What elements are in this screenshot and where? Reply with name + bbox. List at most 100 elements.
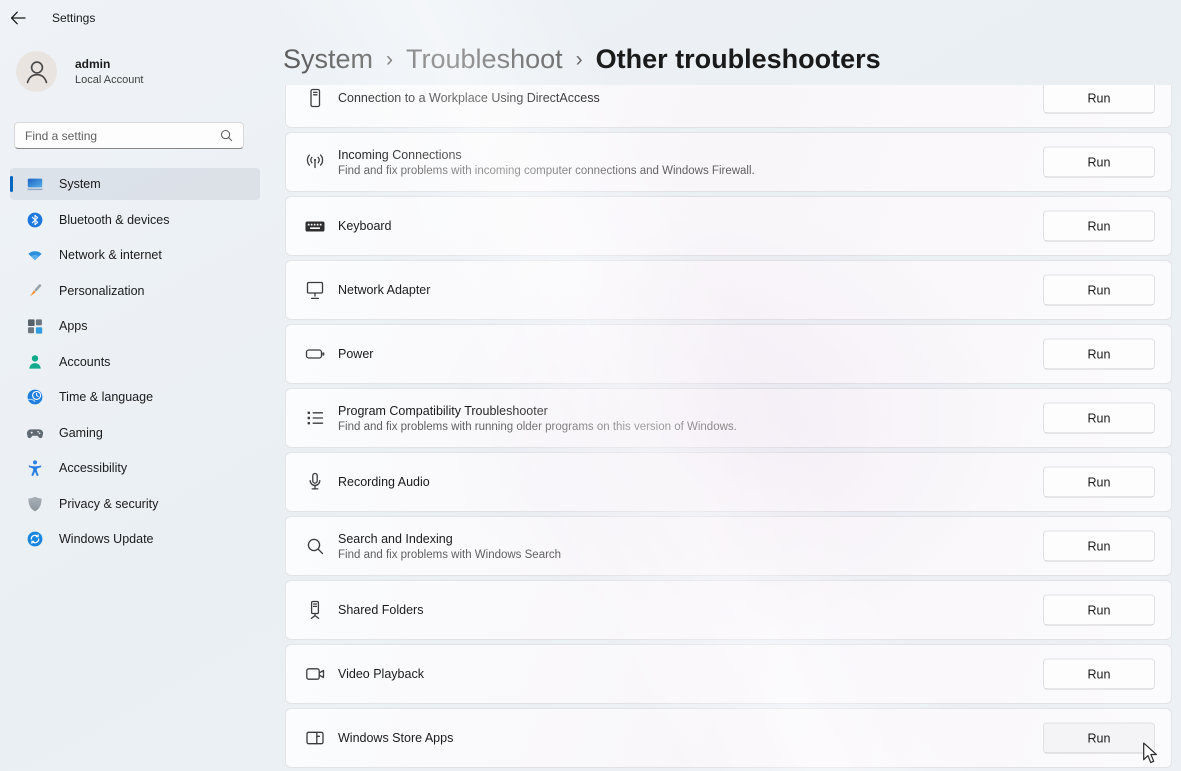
sidebar-item-label: Accessibility <box>59 461 127 475</box>
troubleshooter-description: Find and fix problems with Windows Searc… <box>338 549 561 561</box>
troubleshooter-description: Find and fix problems with running older… <box>338 421 737 433</box>
sidebar-item-privacy-security[interactable]: Privacy & security <box>10 488 260 520</box>
sidebar-item-label: Privacy & security <box>59 497 158 511</box>
directaccess-device-icon <box>303 86 327 110</box>
sidebar-item-label: System <box>59 177 101 191</box>
avatar <box>16 51 57 92</box>
row-recording-audio: Recording Audio Run <box>285 452 1172 512</box>
store-icon <box>303 726 327 750</box>
sidebar-item-accounts[interactable]: Accounts <box>10 346 260 378</box>
sidebar-item-system[interactable]: System <box>10 168 260 200</box>
battery-icon <box>303 342 327 366</box>
person-icon <box>17 52 57 92</box>
row-windows-store-apps: Windows Store Apps Run <box>285 708 1172 768</box>
shared-computer-icon <box>303 598 327 622</box>
network-adapter-icon <box>303 278 327 302</box>
sidebar-item-windows-update[interactable]: Windows Update <box>10 523 260 555</box>
search-box[interactable] <box>14 122 244 149</box>
chevron-right-icon: › <box>576 48 583 72</box>
breadcrumb-system[interactable]: System <box>283 44 373 75</box>
sidebar-item-label: Gaming <box>59 426 103 440</box>
sidebar-item-bluetooth-devices[interactable]: Bluetooth & devices <box>10 204 260 236</box>
row-program-compatibility: Program Compatibility Troubleshooter Fin… <box>285 388 1172 448</box>
troubleshooter-name: Recording Audio <box>338 475 430 489</box>
titlebar: Settings <box>0 0 1181 36</box>
troubleshooter-name: Program Compatibility Troubleshooter <box>338 404 737 418</box>
breadcrumb-troubleshoot[interactable]: Troubleshoot <box>406 44 563 75</box>
sidebar-item-time-language[interactable]: Time & language <box>10 381 260 413</box>
bluetooth-icon <box>26 211 44 229</box>
sidebar: admin Local Account System <box>0 36 270 771</box>
program-list-icon <box>303 406 327 430</box>
account-person-icon <box>26 353 44 371</box>
row-power: Power Run <box>285 324 1172 384</box>
accessibility-person-icon <box>26 459 44 477</box>
search-icon <box>220 129 233 142</box>
row-connection-workplace-directaccess: Connection to a Workplace Using DirectAc… <box>285 85 1172 128</box>
sidebar-item-label: Windows Update <box>59 532 154 546</box>
sidebar-item-label: Time & language <box>59 390 153 404</box>
sidebar-item-network-internet[interactable]: Network & internet <box>10 239 260 271</box>
troubleshooter-name: Shared Folders <box>338 603 423 617</box>
run-button[interactable]: Run <box>1043 659 1155 690</box>
user-account[interactable]: admin Local Account <box>16 51 144 92</box>
sidebar-item-label: Accounts <box>59 355 110 369</box>
troubleshooter-name: Power <box>338 347 373 361</box>
search-input[interactable] <box>25 129 220 143</box>
troubleshooter-name: Windows Store Apps <box>338 731 453 745</box>
windows-update-icon <box>26 530 44 548</box>
row-shared-folders: Shared Folders Run <box>285 580 1172 640</box>
troubleshooter-name: Keyboard <box>338 219 392 233</box>
arrow-left-icon <box>10 11 26 25</box>
sidebar-item-personalization[interactable]: Personalization <box>10 275 260 307</box>
troubleshooter-name: Incoming Connections <box>338 148 755 162</box>
row-video-playback: Video Playback Run <box>285 644 1172 704</box>
privacy-shield-icon <box>26 495 44 513</box>
app-title: Settings <box>52 11 95 25</box>
breadcrumb: System › Troubleshoot › Other troublesho… <box>283 44 881 75</box>
sidebar-item-apps[interactable]: Apps <box>10 310 260 342</box>
wifi-icon <box>26 246 44 264</box>
run-button[interactable]: Run <box>1043 147 1155 178</box>
run-button[interactable]: Run <box>1043 85 1155 114</box>
run-button[interactable]: Run <box>1043 403 1155 434</box>
run-button[interactable]: Run <box>1043 531 1155 562</box>
chevron-right-icon: › <box>386 48 393 72</box>
row-keyboard: Keyboard Run <box>285 196 1172 256</box>
run-button[interactable]: Run <box>1043 275 1155 306</box>
keyboard-icon <box>303 214 327 238</box>
troubleshooter-list: Connection to a Workplace Using DirectAc… <box>285 85 1172 771</box>
back-button[interactable] <box>10 6 40 30</box>
sidebar-item-accessibility[interactable]: Accessibility <box>10 452 260 484</box>
troubleshooter-name: Search and Indexing <box>338 532 561 546</box>
run-button[interactable]: Run <box>1043 211 1155 242</box>
page-title: Other troubleshooters <box>596 44 881 75</box>
row-search-and-indexing: Search and Indexing Find and fix problem… <box>285 516 1172 576</box>
troubleshooter-name: Connection to a Workplace Using DirectAc… <box>338 91 600 105</box>
run-button[interactable]: Run <box>1043 723 1155 754</box>
globe-clock-icon <box>26 388 44 406</box>
microphone-icon <box>303 470 327 494</box>
run-button[interactable]: Run <box>1043 339 1155 370</box>
system-icon <box>26 175 44 193</box>
antenna-icon <box>303 150 327 174</box>
magnifier-icon <box>303 534 327 558</box>
user-name: admin <box>75 57 144 71</box>
sidebar-item-label: Apps <box>59 319 88 333</box>
sidebar-item-label: Bluetooth & devices <box>59 213 170 227</box>
paintbrush-icon <box>26 282 44 300</box>
troubleshooter-name: Network Adapter <box>338 283 430 297</box>
run-button[interactable]: Run <box>1043 467 1155 498</box>
sidebar-nav: System Bluetooth & devices Network & int… <box>10 168 260 559</box>
row-network-adapter: Network Adapter Run <box>285 260 1172 320</box>
troubleshooter-description: Find and fix problems with incoming comp… <box>338 165 755 177</box>
gamepad-icon <box>26 424 44 442</box>
sidebar-item-label: Personalization <box>59 284 144 298</box>
troubleshooter-name: Video Playback <box>338 667 424 681</box>
sidebar-item-label: Network & internet <box>59 248 162 262</box>
run-button[interactable]: Run <box>1043 595 1155 626</box>
user-account-type: Local Account <box>75 74 144 86</box>
video-camera-icon <box>303 662 327 686</box>
row-incoming-connections: Incoming Connections Find and fix proble… <box>285 132 1172 192</box>
sidebar-item-gaming[interactable]: Gaming <box>10 417 260 449</box>
